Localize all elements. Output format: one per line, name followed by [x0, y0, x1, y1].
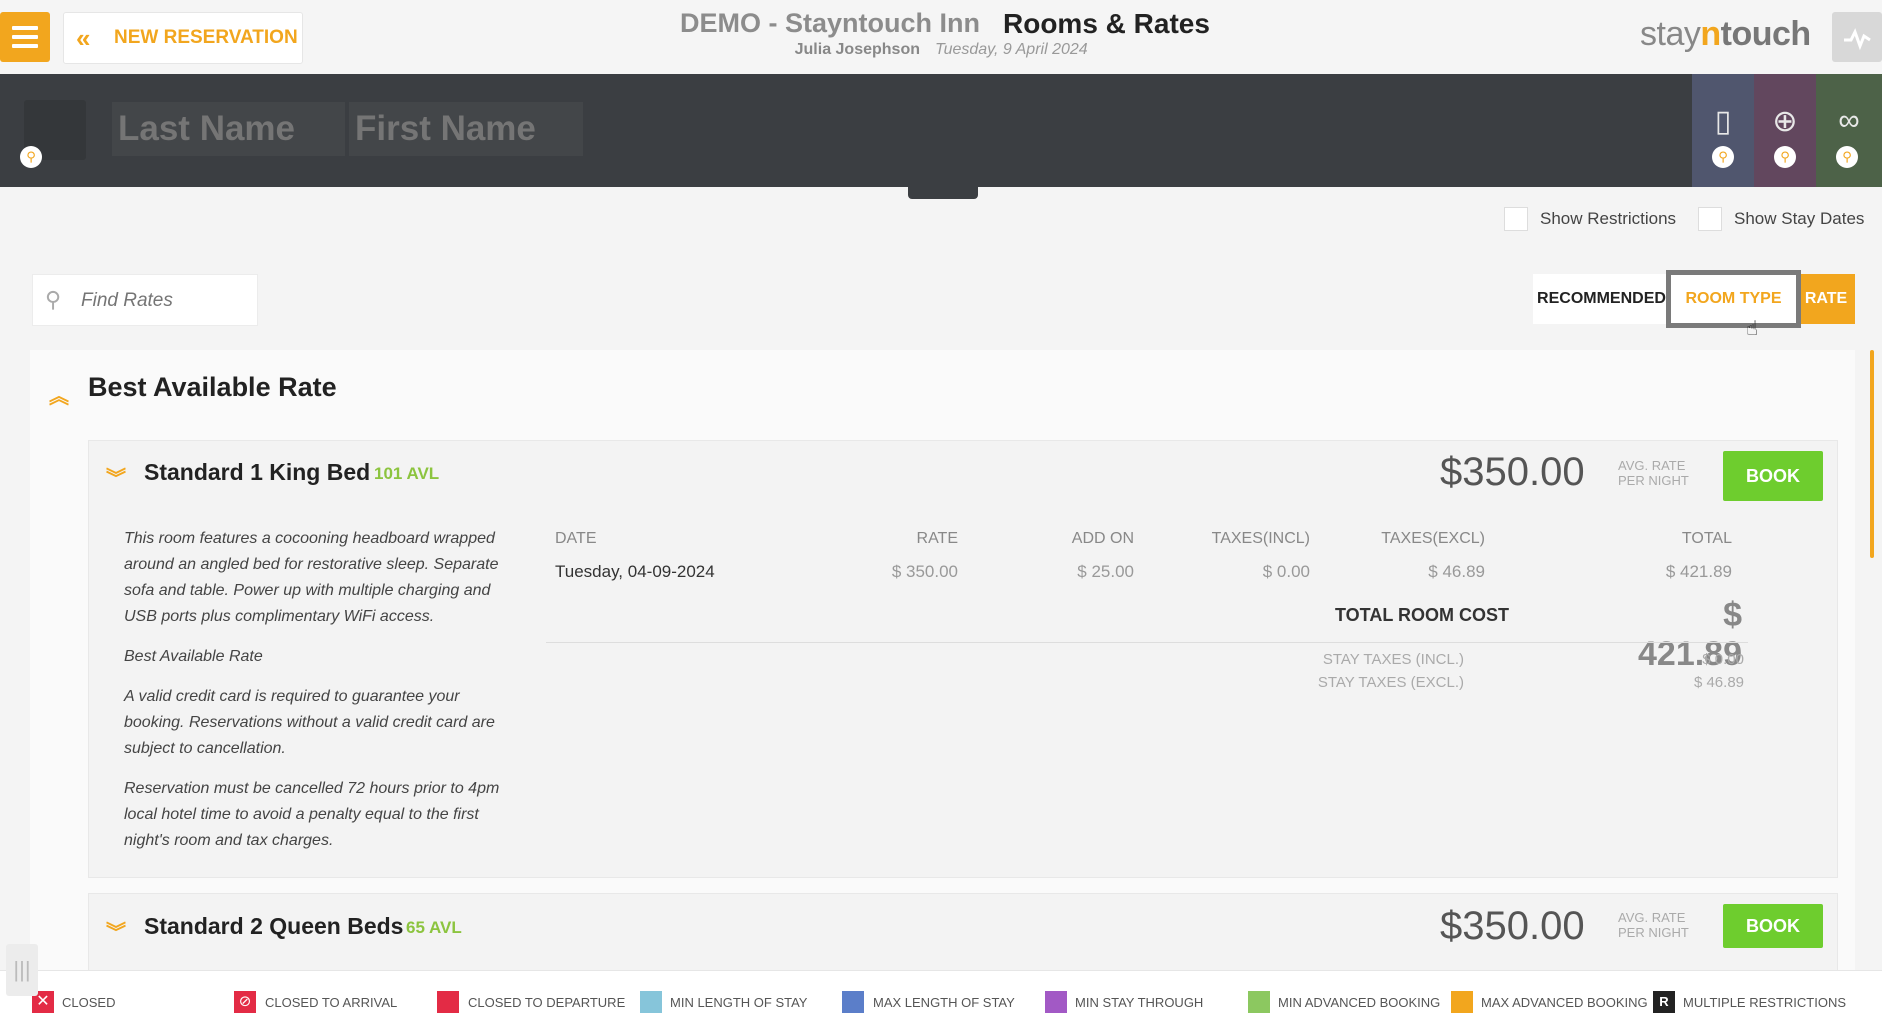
- drawer-handle-icon[interactable]: |||: [6, 944, 38, 996]
- user-name: Julia Josephson: [794, 41, 920, 58]
- search-icon[interactable]: ⚲: [20, 146, 42, 168]
- show-restrictions-label: Show Restrictions: [1540, 209, 1677, 228]
- stay-taxes-incl-label: STAY TAXES (INCL.): [1322, 651, 1464, 668]
- company-card-search[interactable]: ▯ ⚲: [1692, 74, 1754, 187]
- collapse-chevron-up-icon[interactable]: ︽: [49, 380, 69, 409]
- show-stay-dates-label: Show Stay Dates: [1734, 209, 1865, 228]
- legend-label: MAX LENGTH OF STAY: [873, 995, 1015, 1010]
- double-chevron-left-icon: «: [76, 23, 91, 53]
- avg-rate-label: AVG. RATE PER NIGHT: [1618, 458, 1689, 488]
- col-header-add-on: ADD ON: [1071, 530, 1134, 547]
- last-name-input[interactable]: [112, 102, 345, 156]
- room-price: $350.00: [1440, 450, 1585, 494]
- col-header-taxes-incl: TAXES(INCL): [1211, 530, 1310, 547]
- row-rate: $ 350.00: [891, 562, 958, 581]
- rate-group-title: Best Available Rate: [88, 372, 337, 402]
- col-header-date: DATE: [555, 530, 597, 547]
- group-icon: ∞: [1838, 104, 1860, 137]
- row-taxes-incl: $ 0.00: [1262, 562, 1310, 581]
- new-reservation-label: NEW RESERVATION: [114, 27, 298, 48]
- room-description-text: This room features a cocooning headboard…: [124, 530, 499, 625]
- legend-label: MULTIPLE RESTRICTIONS: [1683, 995, 1847, 1010]
- search-icon: ⚲: [1712, 146, 1734, 168]
- pulse-icon: [1844, 28, 1871, 51]
- first-name-input[interactable]: [349, 102, 583, 156]
- row-add-on: $ 25.00: [1077, 562, 1134, 581]
- legend-label: MIN STAY THROUGH: [1075, 995, 1204, 1010]
- activity-button[interactable]: [1832, 12, 1882, 62]
- new-reservation-button[interactable]: « NEW RESERVATION: [63, 12, 303, 64]
- collapse-handle[interactable]: [908, 187, 978, 199]
- room-description: This room features a cocooning headboard…: [124, 526, 510, 868]
- room-type-name: Standard 1 King Bed: [144, 459, 371, 485]
- closed-to-departure-swatch: [437, 991, 459, 1013]
- max-advanced-booking-swatch: [1451, 991, 1473, 1013]
- cancellation-policy-text: Reservation must be cancelled 72 hours p…: [124, 780, 500, 849]
- show-stay-dates-checkbox[interactable]: [1698, 207, 1722, 231]
- group-search[interactable]: ∞ ⚲: [1816, 74, 1882, 187]
- search-icon: ⚲: [45, 287, 62, 312]
- legend-label: MIN LENGTH OF STAY: [670, 995, 808, 1010]
- building-icon: ▯: [1714, 105, 1732, 138]
- total-room-cost-label: TOTAL ROOM COST: [1335, 605, 1509, 625]
- restrictions-legend: ✕ CLOSED ⊘ CLOSED TO ARRIVAL CLOSED TO D…: [0, 970, 1882, 1035]
- search-icon: ⚲: [1836, 146, 1858, 168]
- rate-name-text: Best Available Rate: [124, 648, 263, 665]
- stayntouch-logo: stayntouch: [1640, 15, 1811, 53]
- stay-taxes-incl-value: $ 0.00: [1702, 651, 1744, 668]
- legend-label: MAX ADVANCED BOOKING: [1481, 995, 1648, 1010]
- row-taxes-excl: $ 46.89: [1428, 562, 1485, 581]
- tab-room-type[interactable]: ROOM TYPE: [1666, 270, 1801, 328]
- guest-search-bar: ⚲ ▯ ⚲ ⊕ ⚲ ∞ ⚲: [0, 74, 1882, 187]
- max-length-of-stay-swatch: [842, 991, 864, 1013]
- hamburger-menu-button[interactable]: [0, 12, 50, 62]
- find-rates-input[interactable]: [79, 275, 253, 327]
- avg-rate-label: AVG. RATE PER NIGHT: [1618, 910, 1689, 940]
- col-header-rate: RATE: [916, 530, 958, 547]
- min-length-of-stay-swatch: [640, 991, 662, 1013]
- min-advanced-booking-swatch: [1248, 991, 1270, 1013]
- legend-label: MIN ADVANCED BOOKING: [1278, 995, 1441, 1010]
- divider: [546, 642, 1748, 643]
- col-header-total: TOTAL: [1681, 530, 1732, 547]
- expand-chevron-icon[interactable]: ︾: [106, 462, 126, 491]
- business-date: Tuesday, 9 April 2024: [935, 41, 1088, 58]
- row-date: Tuesday, 04-09-2024: [555, 562, 715, 581]
- page-title: Rooms & Rates: [1003, 8, 1210, 39]
- tab-recommended[interactable]: RECOMMENDED: [1533, 274, 1670, 324]
- closed-to-arrival-icon: ⊘: [234, 991, 256, 1013]
- min-stay-through-swatch: [1045, 991, 1067, 1013]
- tab-rate[interactable]: RATE: [1797, 274, 1855, 324]
- pointer-cursor-icon: ☝: [1746, 318, 1759, 340]
- multiple-restrictions-icon: R: [1653, 991, 1675, 1013]
- legend-label: CLOSED: [62, 995, 116, 1010]
- book-button[interactable]: BOOK: [1723, 904, 1823, 948]
- search-icon: ⚲: [1774, 146, 1796, 168]
- globe-icon: ⊕: [1772, 105, 1798, 138]
- col-header-taxes-excl: TAXES(EXCL): [1381, 530, 1485, 547]
- expand-chevron-icon[interactable]: ︾: [106, 916, 126, 945]
- scrollbar[interactable]: [1870, 350, 1874, 558]
- stay-taxes-excl-value: $ 46.89: [1693, 674, 1744, 691]
- hotel-name: DEMO - Stayntouch Inn: [680, 8, 980, 38]
- travel-agent-search[interactable]: ⊕ ⚲: [1754, 74, 1816, 187]
- room-type-name: Standard 2 Queen Beds: [144, 913, 404, 939]
- guarantee-policy-text: A valid credit card is required to guara…: [124, 688, 495, 757]
- room-availability: 101 AVL: [374, 464, 440, 483]
- show-restrictions-checkbox[interactable]: [1504, 207, 1528, 231]
- find-rates-field[interactable]: ⚲: [32, 274, 258, 327]
- room-availability: 65 AVL: [406, 918, 462, 937]
- stay-taxes-excl-label: STAY TAXES (EXCL.): [1317, 674, 1464, 691]
- room-price: $350.00: [1440, 904, 1585, 948]
- book-button[interactable]: BOOK: [1723, 451, 1823, 501]
- legend-label: CLOSED TO ARRIVAL: [265, 995, 398, 1010]
- row-total: $ 421.89: [1665, 562, 1732, 581]
- legend-label: CLOSED TO DEPARTURE: [468, 995, 626, 1010]
